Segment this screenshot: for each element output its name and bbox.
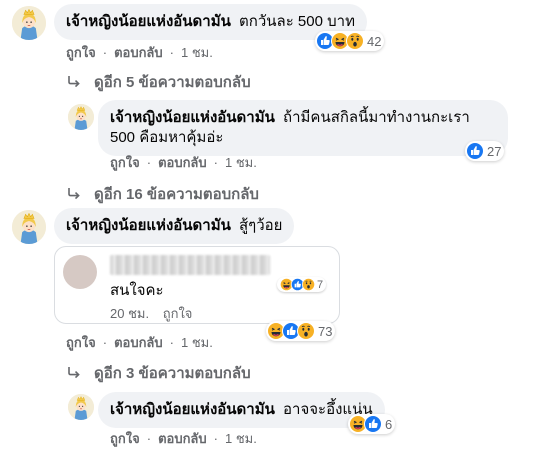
view-more-replies-label: ดูอีก 16 ข้อความตอบกลับ xyxy=(94,186,259,203)
like-button[interactable]: ถูกใจ xyxy=(110,152,140,173)
princess-avatar-image xyxy=(12,6,46,40)
like-button[interactable]: ถูกใจ xyxy=(110,428,140,449)
comment-time[interactable]: 1 ชม. xyxy=(225,152,257,173)
separator-dot: · xyxy=(169,45,174,60)
quoted-comment-time: 20 ชม. xyxy=(110,306,150,321)
quoted-comment-text: สนใจคะ xyxy=(110,282,164,299)
comment-actions: ถูกใจ · ตอบกลับ · 1 ชม. xyxy=(66,42,213,63)
reaction-count: 6 xyxy=(385,416,393,432)
comment-time[interactable]: 1 ชม. xyxy=(181,42,213,63)
reaction-summary[interactable]: 27 xyxy=(465,141,505,161)
reply-arrow-icon xyxy=(66,74,82,90)
comment-author[interactable]: เจ้าหญิงน้อยแห่งอันดามัน xyxy=(66,217,231,234)
princess-avatar[interactable] xyxy=(12,6,46,40)
comment-bubble: เจ้าหญิงน้อยแห่งอันดามัน สู้ๆว้อย xyxy=(54,208,295,244)
quoted-comment-actions: 20 ชม. ถูกใจ xyxy=(110,303,202,324)
quoted-like-label: ถูกใจ xyxy=(162,306,193,321)
comment-author[interactable]: เจ้าหญิงน้อยแห่งอันดามัน xyxy=(110,401,275,418)
princess-avatar[interactable] xyxy=(12,210,46,244)
princess-avatar-image xyxy=(68,104,94,130)
reply-button[interactable]: ตอบกลับ xyxy=(114,332,163,353)
view-more-replies-button[interactable]: ดูอีก 16 ข้อความตอบกลับ xyxy=(66,182,259,206)
like-reaction-icon xyxy=(466,142,484,160)
reply-arrow-icon xyxy=(66,186,82,202)
separator-dot: · xyxy=(146,431,152,446)
princess-avatar[interactable] xyxy=(68,394,94,420)
reaction-summary[interactable]: 6 xyxy=(348,414,396,434)
reply-button[interactable]: ตอบกลับ xyxy=(158,152,207,173)
reply-arrow-icon xyxy=(66,365,82,381)
view-more-replies-button[interactable]: ดูอีก 5 ข้อความตอบกลับ xyxy=(66,70,251,94)
comment-time[interactable]: 1 ชม. xyxy=(181,332,213,353)
separator-dot: · xyxy=(146,155,152,170)
comment-text: ตกวันละ 500 บาท xyxy=(239,13,355,30)
reaction-summary[interactable]: 73 xyxy=(266,321,336,341)
quoted-reaction-summary: 7 xyxy=(277,277,327,292)
view-more-replies-label: ดูอีก 5 ข้อความตอบกลับ xyxy=(94,74,251,91)
reply-button[interactable]: ตอบกลับ xyxy=(158,428,207,449)
blurred-avatar xyxy=(63,255,97,289)
reaction-count: 73 xyxy=(318,323,333,339)
separator-dot: · xyxy=(213,431,218,446)
comment-bubble: เจ้าหญิงน้อยแห่งอันดามัน ถ้ามีคนสกิลนี้ม… xyxy=(98,100,508,156)
comment-author[interactable]: เจ้าหญิงน้อยแห่งอันดามัน xyxy=(110,109,275,126)
comment-bubble: เจ้าหญิงน้อยแห่งอันดามัน อาจจะอึ้งแน่น xyxy=(98,392,385,428)
comment-actions: ถูกใจ · ตอบกลับ · 1 ชม. xyxy=(66,332,213,353)
comment-text-line2: 500 คือมหาคุ้มอ่ะ xyxy=(110,129,224,146)
separator-dot: · xyxy=(169,335,174,350)
like-reaction-icon xyxy=(364,415,382,433)
like-button[interactable]: ถูกใจ xyxy=(66,332,96,353)
wow-reaction-icon xyxy=(297,322,315,340)
princess-avatar-image xyxy=(68,394,94,420)
quoted-comment-image[interactable]: สนใจคะ 7 20 ชม. ถูกใจ xyxy=(54,246,340,324)
separator-dot: · xyxy=(213,155,218,170)
comment-text: ถ้ามีคนสกิลนี้มาทำงานกะเรา xyxy=(283,109,470,126)
like-button[interactable]: ถูกใจ xyxy=(66,42,96,63)
comment-text: สู้ๆว้อย xyxy=(239,217,283,234)
reaction-summary[interactable]: 42 xyxy=(315,31,385,51)
comment-time[interactable]: 1 ชม. xyxy=(225,428,257,449)
separator-dot: · xyxy=(102,335,108,350)
blurred-name xyxy=(110,255,270,275)
wow-reaction-icon xyxy=(346,32,364,50)
comment-actions: ถูกใจ · ตอบกลับ · 1 ชม. xyxy=(110,152,257,173)
reaction-count: 27 xyxy=(487,143,502,159)
separator-dot: · xyxy=(102,45,108,60)
comment-author[interactable]: เจ้าหญิงน้อยแห่งอันดามัน xyxy=(66,13,231,30)
princess-avatar-image xyxy=(12,210,46,244)
reaction-count: 42 xyxy=(367,33,382,49)
comment-actions: ถูกใจ · ตอบกลับ · 1 ชม. xyxy=(110,428,257,449)
wow-reaction-icon xyxy=(302,278,315,291)
reply-button[interactable]: ตอบกลับ xyxy=(114,42,163,63)
view-more-replies-button[interactable]: ดูอีก 3 ข้อความตอบกลับ xyxy=(66,361,251,385)
quoted-reaction-count: 7 xyxy=(317,278,324,291)
view-more-replies-label: ดูอีก 3 ข้อความตอบกลับ xyxy=(94,365,251,382)
princess-avatar[interactable] xyxy=(68,104,94,130)
